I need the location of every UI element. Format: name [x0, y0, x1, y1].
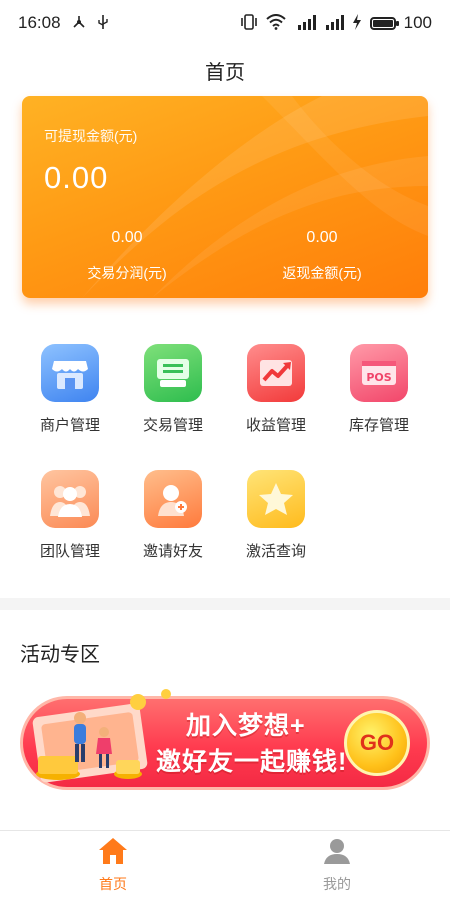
menu-item-inventory[interactable]: POS 库存管理 — [329, 344, 429, 435]
battery-percent: 100 — [403, 13, 432, 32]
menu-label: 商户管理 — [39, 417, 100, 434]
bottom-nav: 首页 我的 — [0, 830, 450, 900]
nav-item-profile[interactable]: 我的 — [277, 837, 397, 894]
status-right: 100 — [240, 13, 432, 33]
menu-label: 激活查询 — [245, 543, 306, 560]
withdrawable-amount: 0.00 — [44, 160, 109, 195]
menu-label: 收益管理 — [245, 417, 306, 434]
star-icon — [247, 470, 305, 528]
status-time: 16:08 — [18, 13, 61, 32]
activity-section-title: 活动专区 — [20, 644, 100, 666]
transaction-icon — [144, 344, 202, 402]
cashback-value: 0.00 — [306, 229, 338, 246]
nav-item-home[interactable]: 首页 — [53, 837, 173, 894]
menu-label: 交易管理 — [142, 417, 203, 434]
withdrawable-label: 可提现金额(元) — [44, 128, 138, 144]
share-icon — [71, 14, 87, 33]
usb-icon — [97, 14, 109, 33]
battery-icon — [369, 16, 399, 30]
trade-profit-label: 交易分润(元) — [87, 265, 167, 281]
team-icon — [41, 470, 99, 528]
vibrate-icon — [240, 13, 258, 33]
menu-item-transaction[interactable]: 交易管理 — [123, 344, 223, 435]
earnings-chart-icon — [247, 344, 305, 402]
activity-banner[interactable]: 加入梦想+ 邀好友一起赚钱! GO — [18, 688, 432, 796]
menu-label: 团队管理 — [39, 543, 100, 560]
shop-icon — [41, 344, 99, 402]
page-title: 首页 — [205, 62, 245, 84]
wifi-icon — [265, 13, 286, 33]
menu-item-earnings[interactable]: 收益管理 — [226, 344, 326, 435]
menu-item-activation[interactable]: 激活查询 — [226, 470, 326, 561]
home-icon — [98, 838, 128, 869]
banner-subheadline: 邀好友一起赚钱! — [156, 748, 348, 776]
cellular-signal-4g-icon — [294, 14, 316, 33]
banner-go-button[interactable]: GO — [344, 710, 410, 776]
invite-friend-icon — [144, 470, 202, 528]
menu-item-team[interactable]: 团队管理 — [20, 470, 120, 561]
menu-label: 库存管理 — [348, 417, 409, 434]
trade-profit-value: 0.00 — [111, 229, 143, 246]
section-divider — [0, 598, 450, 610]
nav-label-profile: 我的 — [323, 876, 351, 892]
menu-item-invite[interactable]: 邀请好友 — [123, 470, 223, 561]
banner-headline: 加入梦想+ — [186, 712, 306, 740]
charging-icon — [352, 13, 362, 33]
trade-profit-stat[interactable]: 0.00 交易分润(元) — [37, 229, 217, 283]
nav-label-home: 首页 — [99, 876, 127, 892]
cashback-stat[interactable]: 0.00 返现金额(元) — [232, 229, 412, 283]
menu-label: 邀请好友 — [142, 543, 203, 560]
cashback-label: 返现金额(元) — [282, 265, 362, 281]
banner-illustration — [32, 689, 171, 783]
menu-item-merchant[interactable]: 商户管理 — [20, 344, 120, 435]
status-bar: 16:08 100 — [0, 0, 450, 46]
status-left: 16:08 — [18, 13, 109, 33]
svg-text:POS: POS — [366, 371, 391, 384]
cellular-signal-icon — [324, 14, 344, 33]
profile-icon — [322, 839, 352, 869]
pos-terminal-icon: POS — [350, 344, 408, 402]
balance-card[interactable]: 可提现金额(元) 0.00 0.00 交易分润(元) 0.00 返现金额(元) — [22, 96, 428, 298]
